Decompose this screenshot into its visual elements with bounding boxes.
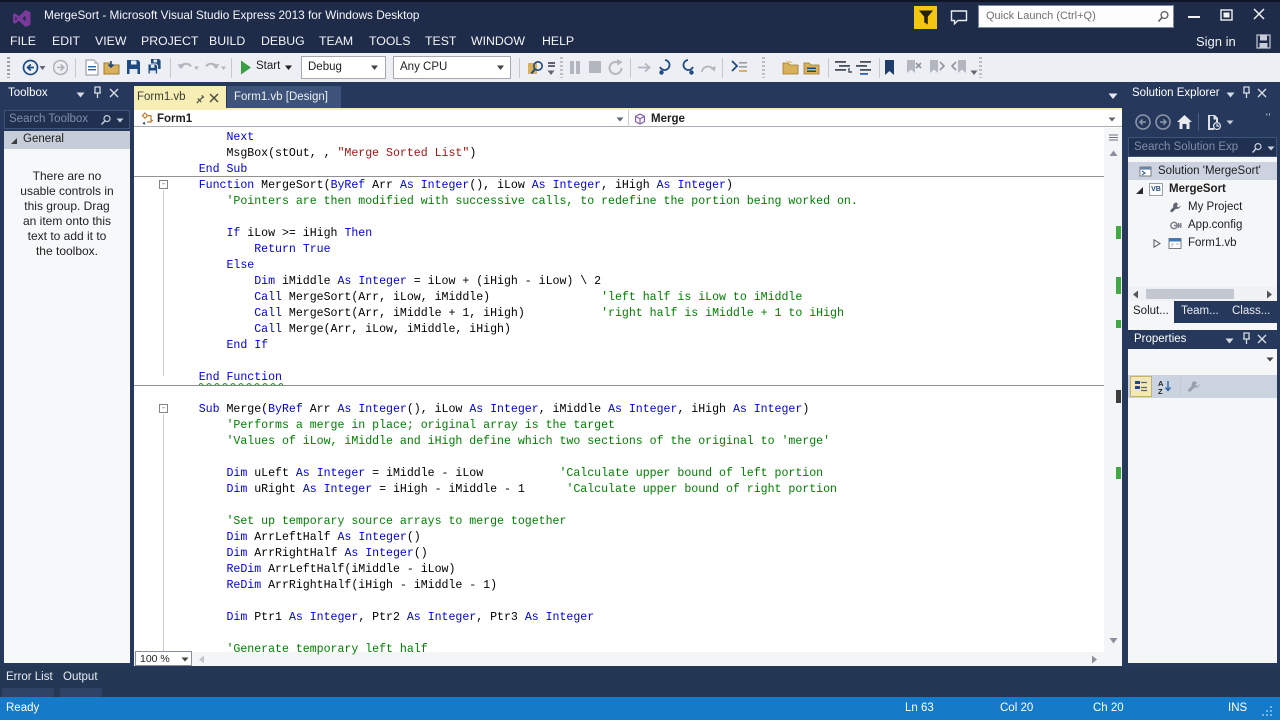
svg-text:Z: Z [1158,387,1163,394]
